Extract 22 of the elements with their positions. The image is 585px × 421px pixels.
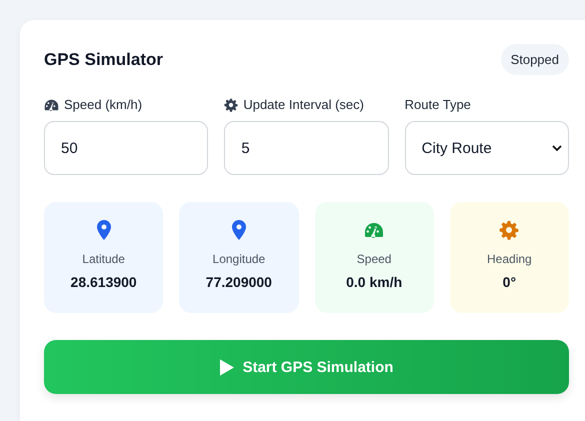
stat-value: 0°: [502, 274, 516, 290]
gear-icon: [499, 220, 520, 240]
input-field[interactable]: 50: [44, 121, 208, 175]
speedometer-icon: [44, 98, 59, 110]
stat-label: Speed: [356, 252, 392, 266]
stat-label: Heading: [487, 252, 532, 266]
field-label: Update Interval (sec): [243, 97, 364, 112]
input-field[interactable]: 5: [224, 121, 389, 175]
stat-value: 0.0 km/h: [346, 274, 402, 290]
chevron-down-icon: [552, 145, 562, 151]
gear-icon: [224, 98, 238, 112]
stat-label: Longitude: [212, 252, 266, 266]
field-label: Speed (km/h): [64, 97, 142, 112]
stat-label: Latitude: [82, 252, 125, 266]
route-dropdown[interactable]: City Route: [404, 121, 569, 175]
stat-value: 77.209000: [206, 274, 272, 290]
card-title: GPS Simulator: [44, 50, 164, 70]
stat-value: 28.613900: [70, 274, 137, 290]
field-label: Route Type: [404, 97, 471, 112]
status-badge: Stopped: [500, 44, 569, 75]
play-icon: [220, 358, 234, 376]
speedometer-icon: [364, 220, 384, 240]
